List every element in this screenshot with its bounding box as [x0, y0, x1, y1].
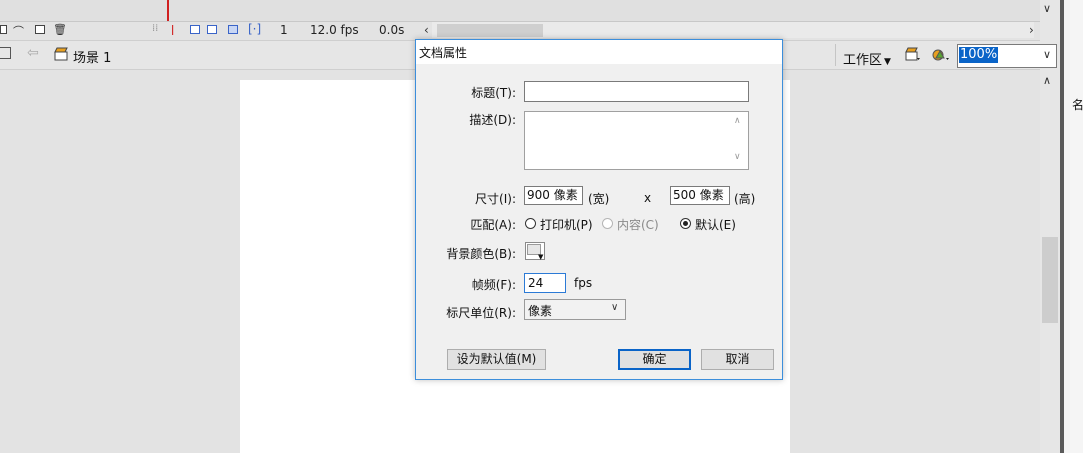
grip-icon: ⁞⁞	[152, 23, 159, 34]
edit-symbols-icon[interactable]	[905, 47, 921, 61]
zoom-value[interactable]: 100%	[959, 47, 999, 63]
side-panel	[1064, 0, 1083, 453]
onion-skin-icon[interactable]	[207, 25, 217, 34]
title-label: 标题(T):	[471, 86, 516, 100]
width-input[interactable]: 900 像素	[524, 186, 583, 205]
match-contents-label[interactable]: 内容(C)	[617, 216, 659, 233]
scene-clapper-icon	[54, 47, 68, 61]
elapsed-time: 0.0s	[379, 23, 405, 37]
title-input[interactable]	[524, 81, 749, 102]
background-color-label: 背景颜色(B):	[446, 247, 516, 261]
trash-icon[interactable]: 🗑	[53, 23, 67, 36]
match-contents-radio[interactable]	[602, 218, 613, 229]
width-value: 900 像素	[527, 188, 578, 202]
height-value: 500 像素	[673, 188, 724, 202]
chevron-up-icon[interactable]: ∧	[734, 116, 741, 126]
chevron-down-icon[interactable]: ∨	[1043, 2, 1051, 15]
description-textarea[interactable]	[524, 111, 749, 170]
timeline-toggle-icon[interactable]	[0, 47, 11, 59]
scroll-left-icon[interactable]: ‹	[424, 23, 429, 37]
frame-rate-readout: 12.0 fps	[310, 23, 359, 37]
height-input[interactable]: 500 像素	[670, 186, 730, 205]
chevron-up-icon[interactable]: ∧	[1043, 74, 1051, 87]
ok-button[interactable]: 确定	[618, 349, 691, 370]
edit-multiple-frames-icon[interactable]: [·]	[248, 22, 261, 36]
scene-name[interactable]: 场景 1	[73, 47, 111, 66]
back-arrow-icon[interactable]: ⇦	[27, 45, 39, 61]
workspace-button[interactable]: 工作区 ▼	[843, 49, 891, 68]
dropdown-arrow-icon: ▼	[538, 253, 544, 261]
description-label: 描述(D):	[469, 113, 516, 127]
side-panel-label: 名	[1072, 98, 1083, 112]
frame-rate-label: 帧频(F):	[471, 278, 516, 292]
vertical-scroll-thumb[interactable]	[1042, 237, 1058, 323]
scroll-right-icon[interactable]: ›	[1029, 23, 1034, 37]
ruler-units-value: 像素	[528, 304, 553, 318]
frame-rate-unit: fps	[574, 276, 593, 290]
match-default-label[interactable]: 默认(E)	[695, 216, 736, 233]
center-frame-icon[interactable]	[190, 25, 200, 34]
chevron-down-icon[interactable]: ∨	[1043, 48, 1051, 61]
set-default-button[interactable]: 设为默认值(M)	[447, 349, 546, 370]
dropdown-arrow-icon: ▼	[884, 57, 891, 67]
dimensions-label: 尺寸(I):	[475, 192, 516, 206]
folder-icon[interactable]	[35, 25, 45, 34]
chevron-down-icon[interactable]: ∨	[734, 152, 741, 162]
dialog-title: 文档属性	[419, 46, 468, 60]
width-suffix: (宽)	[588, 192, 610, 206]
onion-skin-outlines-icon[interactable]	[228, 25, 238, 34]
height-suffix: (高)	[734, 192, 756, 206]
timeline-bar	[0, 0, 1040, 21]
timeline-scroll-thumb[interactable]	[437, 24, 543, 37]
cancel-button[interactable]: 取消	[701, 349, 774, 370]
ruler-units-select[interactable]: 像素 ∨	[524, 299, 626, 320]
playhead[interactable]	[167, 0, 169, 21]
motion-guide-icon[interactable]: ⌒	[13, 23, 24, 39]
ruler-units-label: 标尺单位(R):	[446, 306, 516, 320]
radio-selected-dot	[683, 221, 688, 226]
frame-rate-input[interactable]: 24	[524, 273, 566, 293]
workspace-label: 工作区	[843, 53, 883, 68]
frame-rate-value: 24	[528, 276, 544, 290]
match-printer-label[interactable]: 打印机(P)	[540, 216, 593, 233]
playhead-marker-icon: ǀ	[171, 23, 175, 36]
match-label: 匹配(A):	[470, 218, 516, 232]
current-frame: 1	[280, 23, 288, 37]
layer-icon[interactable]	[0, 25, 7, 34]
dialog-titlebar[interactable]	[416, 40, 782, 64]
match-printer-radio[interactable]	[525, 218, 536, 229]
times-sign: x	[644, 191, 652, 205]
edit-objects-icon[interactable]	[931, 47, 951, 63]
chevron-down-icon: ∨	[611, 302, 619, 313]
separator	[835, 44, 836, 66]
